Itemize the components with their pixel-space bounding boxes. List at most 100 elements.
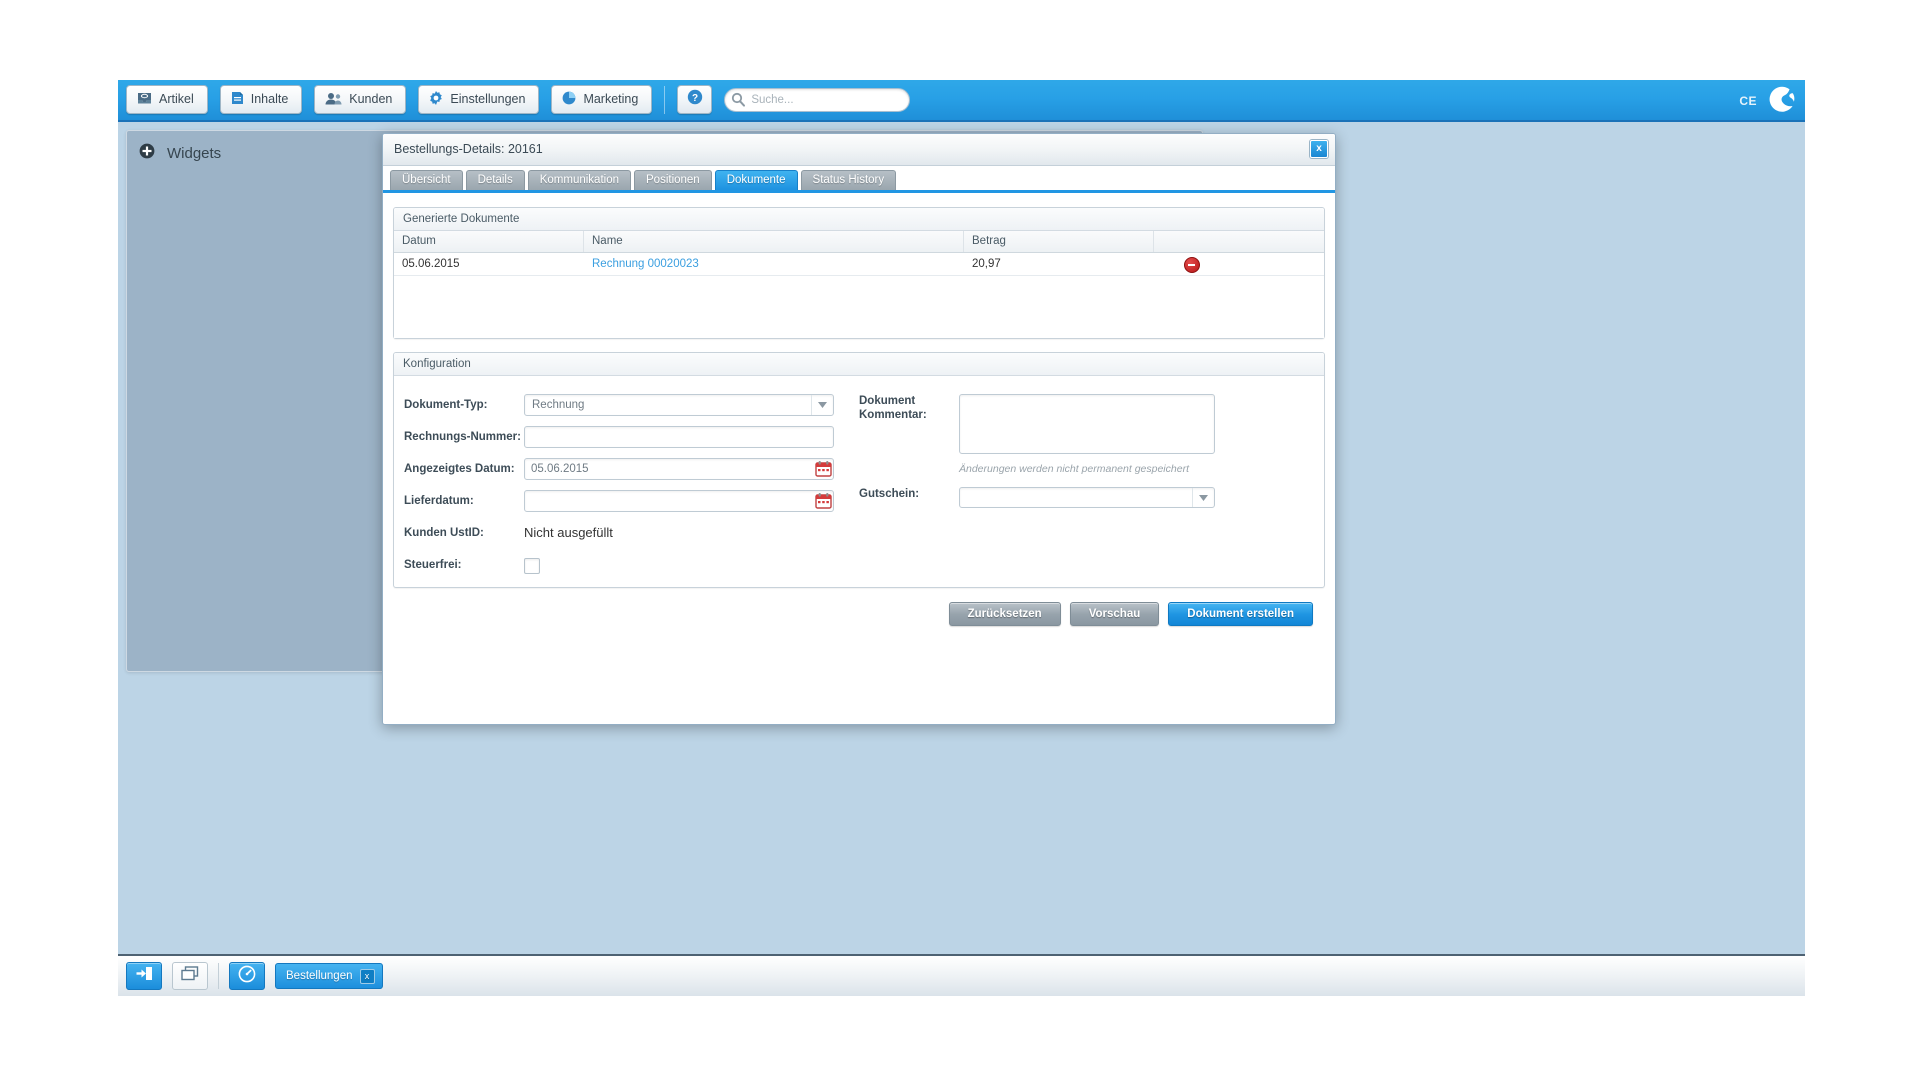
box-icon <box>137 92 152 108</box>
configuration-panel: Konfiguration Dokument-Typ: Rechnung Rec… <box>393 352 1325 588</box>
svg-text:?: ? <box>692 93 698 104</box>
nav-item-inhalte[interactable]: Inhalte <box>219 85 303 114</box>
dialog-action-bar: Zurücksetzen Vorschau Dokument erstellen <box>393 588 1325 626</box>
documents-table-body: 05.06.2015 Rechnung 00020023 20,97 <box>394 253 1324 338</box>
lieferdatum-input[interactable] <box>524 490 834 512</box>
search-input[interactable] <box>749 92 904 107</box>
label-dokument-typ: Dokument-Typ: <box>404 399 488 411</box>
field-row-steuerfrei: Steuerfrei: <box>394 554 1324 576</box>
label-steuerfrei: Steuerfrei: <box>404 559 462 571</box>
close-icon[interactable]: x <box>1310 140 1328 158</box>
column-header-actions <box>1154 231 1249 252</box>
shopware-logo-icon[interactable] <box>1767 84 1797 119</box>
dokument-typ-select[interactable]: Rechnung <box>524 394 834 416</box>
document-link[interactable]: Rechnung 00020023 <box>592 258 699 270</box>
create-document-button[interactable]: Dokument erstellen <box>1168 602 1313 626</box>
tab-status-history[interactable]: Status History <box>800 170 897 190</box>
dialog-body: Generierte Dokumente Datum Name Betrag 0… <box>383 193 1335 626</box>
cell-betrag: 20,97 <box>972 258 1001 270</box>
dialog-title-bar[interactable]: Bestellungs-Details: 20161 x <box>383 134 1335 166</box>
taskbar: Bestellungen x <box>118 954 1805 996</box>
nav-item-label: Inhalte <box>250 92 289 107</box>
configuration-right-column: Dokument Kommentar: Änderungen werden ni… <box>859 394 1329 508</box>
dokument-typ-value: Rechnung <box>532 399 585 411</box>
nav-item-artikel[interactable]: Artikel <box>126 85 208 114</box>
label-dokument-kommentar-text: Dokument Kommentar: <box>859 395 927 421</box>
taskbar-divider <box>218 963 219 989</box>
logout-button[interactable] <box>126 962 162 990</box>
rechnungs-nummer-input[interactable] <box>524 426 834 448</box>
tab-dokumente[interactable]: Dokumente <box>714 170 798 190</box>
calendar-icon[interactable] <box>815 460 832 477</box>
calendar-icon[interactable] <box>815 492 832 509</box>
angezeigtes-datum-input[interactable] <box>524 458 834 480</box>
value-dokument-kommentar: Änderungen werden nicht permanent gespei… <box>959 394 1215 475</box>
search-icon <box>731 92 746 113</box>
menu-divider <box>664 85 666 114</box>
chevron-down-icon[interactable] <box>811 395 833 415</box>
dialog-title: Bestellungs-Details: 20161 <box>394 142 543 156</box>
configuration-title: Konfiguration <box>394 353 1324 376</box>
logout-icon <box>136 966 153 986</box>
cell-name: Rechnung 00020023 <box>584 253 964 275</box>
column-header-betrag[interactable]: Betrag <box>964 231 1154 252</box>
tab-positionen[interactable]: Positionen <box>634 170 712 190</box>
column-header-datum[interactable]: Datum <box>394 231 584 252</box>
tab-details[interactable]: Details <box>465 170 525 190</box>
widgets-title: Widgets <box>167 145 222 162</box>
window-list-button[interactable] <box>172 962 208 990</box>
value-rechnungs-nummer <box>524 426 834 448</box>
column-header-name[interactable]: Name <box>584 231 964 252</box>
nav-item-einstellungen[interactable]: Einstellungen <box>418 85 540 114</box>
chevron-down-icon[interactable] <box>1192 488 1214 507</box>
edition-label: CE <box>1739 94 1757 108</box>
reset-button[interactable]: Zurücksetzen <box>948 602 1061 626</box>
close-icon[interactable]: x <box>359 968 375 984</box>
nav-item-label: Artikel <box>159 92 194 107</box>
taskbar-task-bestellungen[interactable]: Bestellungen x <box>275 963 383 989</box>
nav-item-marketing[interactable]: Marketing <box>551 85 653 114</box>
gauge-icon <box>238 965 256 988</box>
label-angezeigtes-datum: Angezeigtes Datum: <box>404 463 515 475</box>
steuerfrei-checkbox[interactable] <box>524 558 540 574</box>
value-steuerfrei <box>524 554 540 574</box>
gutschein-select[interactable] <box>959 487 1215 508</box>
taskbar-task-label: Bestellungen <box>286 970 353 982</box>
order-details-dialog: Bestellungs-Details: 20161 x Übersicht D… <box>382 133 1336 725</box>
label-rechnungs-nummer: Rechnungs-Nummer: <box>404 431 521 443</box>
label-kunden-ustid: Kunden UstID: <box>404 527 484 539</box>
page-icon <box>231 91 244 108</box>
configuration-form: Dokument-Typ: Rechnung Rechnungs-Nummer: <box>394 376 1324 587</box>
windows-stack-icon <box>181 966 199 986</box>
tab-uebersicht[interactable]: Übersicht <box>390 170 463 190</box>
search-box[interactable] <box>724 87 911 113</box>
dialog-tabs: Übersicht Details Kommunikation Position… <box>383 166 1335 193</box>
value-angezeigtes-datum <box>524 458 834 480</box>
documents-table-header: Datum Name Betrag <box>394 231 1324 253</box>
value-gutschein <box>959 487 1215 508</box>
generated-documents-title: Generierte Dokumente <box>394 208 1324 231</box>
kunden-ustid-value: Nicht ausgefüllt <box>524 525 613 540</box>
help-icon: ? <box>687 89 703 110</box>
nav-item-kunden[interactable]: Kunden <box>314 85 407 114</box>
dashboard-button[interactable] <box>229 962 265 990</box>
delete-icon[interactable] <box>1184 257 1200 273</box>
nav-item-label: Marketing <box>583 92 639 107</box>
top-navigation-bar: Artikel Inhalte Kunden Einstellungen Mar… <box>118 80 1805 122</box>
nav-item-label: Kunden <box>349 92 393 107</box>
table-row[interactable]: 05.06.2015 Rechnung 00020023 20,97 <box>394 253 1324 276</box>
tab-kommunikation[interactable]: Kommunikation <box>527 170 631 190</box>
dokument-kommentar-textarea[interactable] <box>959 394 1215 454</box>
users-icon <box>325 92 342 108</box>
value-dokument-typ: Rechnung <box>524 394 834 416</box>
admin-desktop: Artikel Inhalte Kunden Einstellungen Mar… <box>118 80 1805 996</box>
cell-actions <box>1154 253 1249 275</box>
field-row-dokument-kommentar: Dokument Kommentar: Änderungen werden ni… <box>859 394 1329 475</box>
pie-chart-icon <box>562 91 576 108</box>
preview-button[interactable]: Vorschau <box>1069 602 1160 626</box>
cell-datum: 05.06.2015 <box>402 258 460 270</box>
help-button[interactable]: ? <box>677 85 713 114</box>
dokument-kommentar-hint: Änderungen werden nicht permanent gespei… <box>959 463 1189 475</box>
value-lieferdatum <box>524 490 834 512</box>
plus-circle-icon[interactable] <box>139 143 155 164</box>
